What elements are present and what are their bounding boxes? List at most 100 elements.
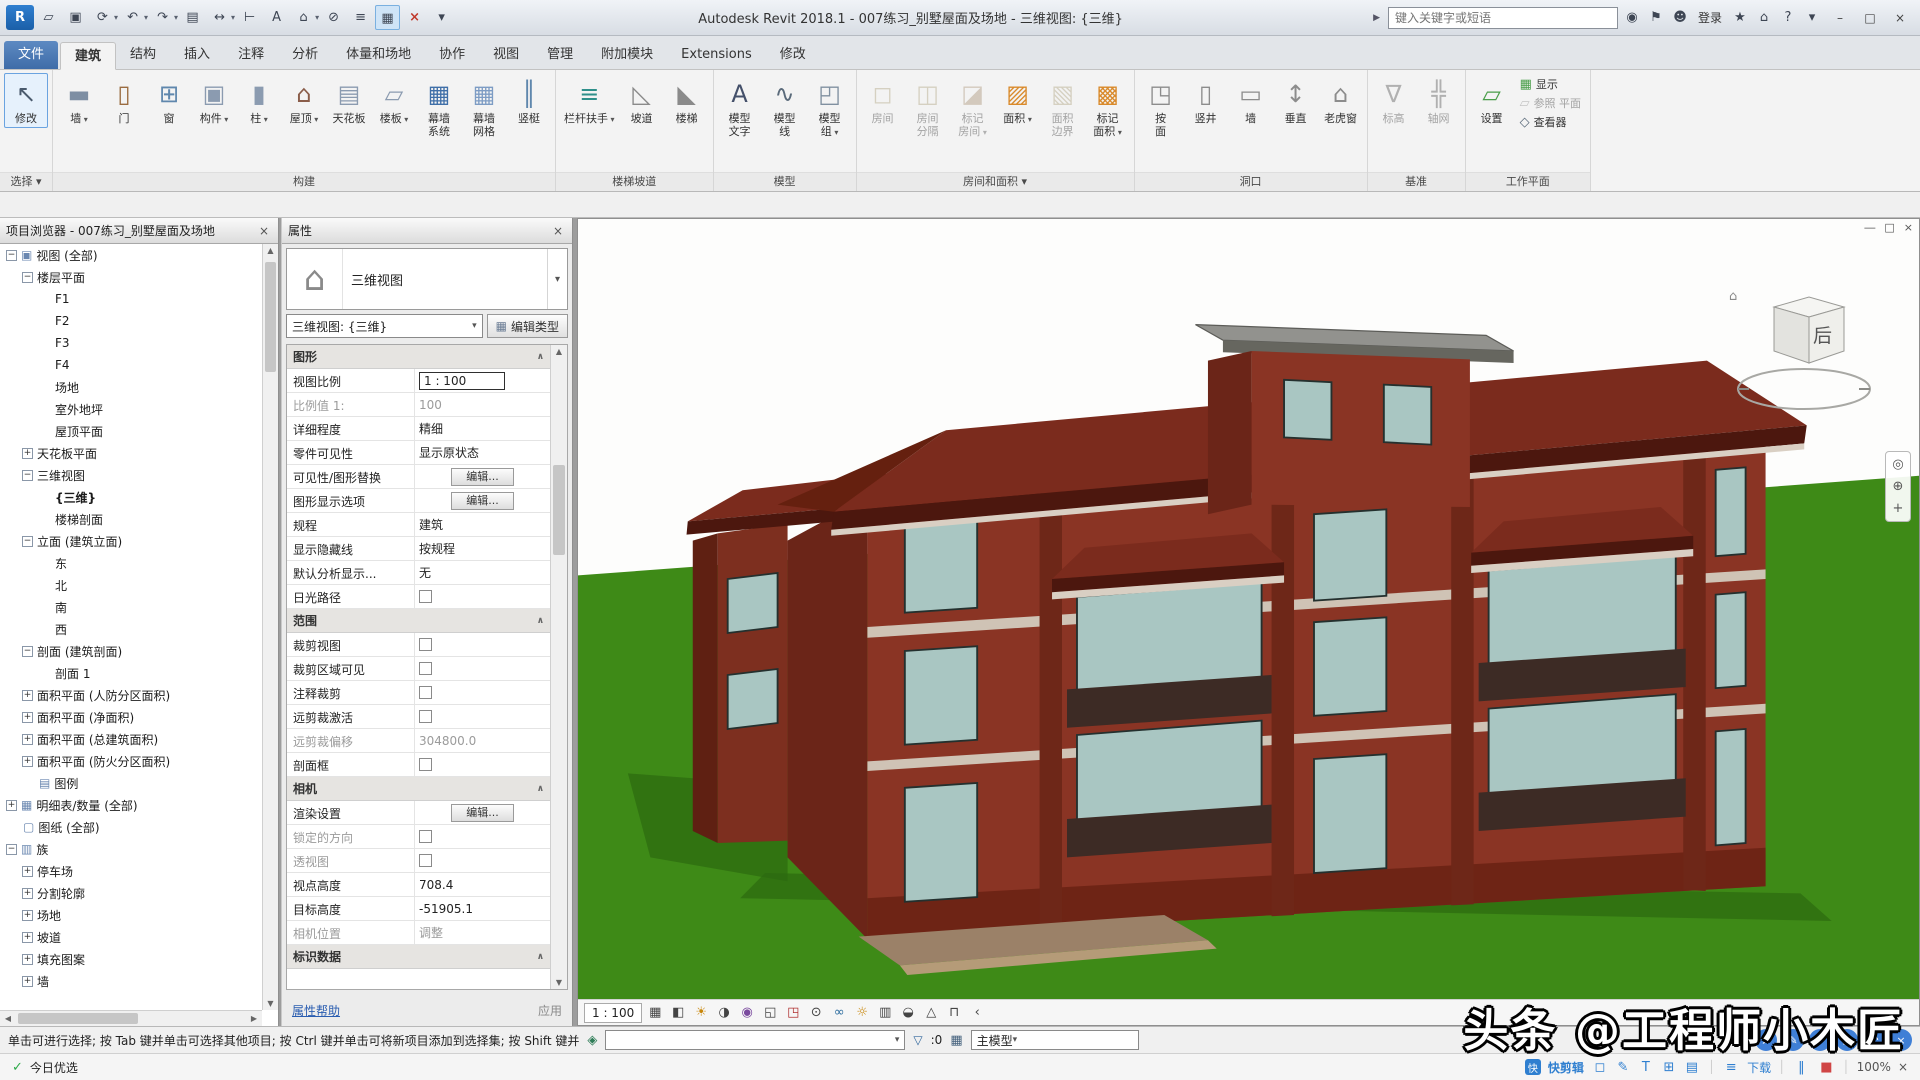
prop-value[interactable]: 无 xyxy=(415,561,550,584)
prop-value[interactable]: 编辑... xyxy=(415,489,550,512)
prop-value[interactable]: 708.4 xyxy=(415,873,550,896)
zoom-level[interactable]: 100% xyxy=(1857,1060,1891,1074)
rendering-icon[interactable]: ◉ xyxy=(737,1003,757,1023)
view-cube-face-label[interactable]: 后 xyxy=(1813,321,1832,348)
type-selector-dropdown-icon[interactable]: ▾ xyxy=(547,249,567,309)
edit-type-button[interactable]: ▦ 编辑类型 xyxy=(487,314,568,338)
tree-expander-icon[interactable]: + xyxy=(22,976,33,987)
tree-expander-icon[interactable]: + xyxy=(22,712,33,723)
tool-area[interactable]: ▨面积 ▾ xyxy=(996,73,1040,129)
tool-door[interactable]: ▯门 xyxy=(102,73,146,128)
prop-value[interactable]: 1 : 100 xyxy=(415,369,550,392)
stop-icon[interactable]: ■ xyxy=(1817,1060,1835,1075)
tree-item[interactable]: 北 xyxy=(0,574,262,596)
tool-tag-area[interactable]: ▩标记面积 ▾ xyxy=(1086,73,1130,142)
tree-item[interactable]: F2 xyxy=(0,310,262,332)
tab-modify[interactable]: 修改 xyxy=(766,41,820,69)
tree-expander-icon[interactable]: − xyxy=(22,646,33,657)
tree-expander-icon[interactable]: + xyxy=(22,910,33,921)
view-minimize-icon[interactable]: ― xyxy=(1864,221,1875,234)
recorder-brand[interactable]: 快剪辑 xyxy=(1548,1059,1584,1076)
prop-checkbox[interactable] xyxy=(419,590,432,603)
tree-expander-icon[interactable]: + xyxy=(6,800,17,811)
tool-stair[interactable]: ◣楼梯 xyxy=(665,73,709,128)
tool-ramp[interactable]: ◺坡道 xyxy=(620,73,664,128)
minimize-button[interactable]: – xyxy=(1826,7,1854,29)
tree-item[interactable]: 屋顶平面 xyxy=(0,420,262,442)
tree-expander-icon[interactable]: + xyxy=(22,734,33,745)
switch-windows-icon[interactable]: ▦ xyxy=(375,5,400,30)
tool-roof[interactable]: ⌂屋顶 ▾ xyxy=(282,73,326,129)
tool-vertical-opening[interactable]: ↕垂直 xyxy=(1274,73,1318,128)
sync-icon[interactable]: ⟳ xyxy=(90,5,115,30)
tree-item[interactable]: +填充图案 xyxy=(0,948,262,970)
project-browser-close-icon[interactable]: × xyxy=(256,224,272,238)
tool-ceiling[interactable]: ▤天花板 xyxy=(327,73,371,128)
prop-value[interactable] xyxy=(415,825,550,848)
lock-3d-icon[interactable]: ⊙ xyxy=(806,1003,826,1023)
prop-value[interactable] xyxy=(415,585,550,608)
tool-component[interactable]: ▣构件 ▾ xyxy=(192,73,236,129)
tool-model-text[interactable]: A模型文字 xyxy=(718,73,762,141)
tool-by-face[interactable]: ◳按面 xyxy=(1139,73,1183,141)
sync-dropdown-icon[interactable]: ▾ xyxy=(114,13,118,22)
prop-section-camera[interactable]: 相机∧ xyxy=(287,777,550,801)
editable-only-icon[interactable]: ◈ xyxy=(587,1033,597,1048)
tree-expander-icon[interactable]: − xyxy=(22,536,33,547)
tab-architecture[interactable]: 建筑 xyxy=(60,42,116,70)
tree-item[interactable]: ▢图纸 (全部) xyxy=(0,816,262,838)
tab-analyze[interactable]: 分析 xyxy=(278,41,332,69)
tree-item[interactable]: +面积平面 (防火分区面积) xyxy=(0,750,262,772)
prop-value[interactable] xyxy=(415,753,550,776)
tool-window[interactable]: ⊞窗 xyxy=(147,73,191,128)
tree-expander-icon[interactable]: + xyxy=(22,690,33,701)
tree-item[interactable]: 楼梯剖面 xyxy=(0,508,262,530)
project-browser-header[interactable]: 项目浏览器 - 007练习_别墅屋面及场地 × xyxy=(0,218,278,244)
panel-label-select[interactable]: 选择 ▾ xyxy=(0,172,52,191)
close-button[interactable]: × xyxy=(1886,7,1914,29)
properties-vscrollbar[interactable]: ▲ ▼ xyxy=(550,345,567,989)
tool-modify[interactable]: ↖修改 xyxy=(4,73,48,128)
crop-view-icon[interactable]: ◱ xyxy=(760,1003,780,1023)
scroll-up-icon[interactable]: ▲ xyxy=(551,347,567,356)
temporary-properties-icon[interactable]: ▥ xyxy=(875,1003,895,1023)
search-icon[interactable]: ◉ xyxy=(1620,10,1644,25)
maximize-button[interactable]: □ xyxy=(1856,7,1884,29)
constraints-icon[interactable]: ⊓ xyxy=(944,1003,964,1023)
tab-collaborate[interactable]: 协作 xyxy=(425,41,479,69)
record-icon[interactable]: ◻ xyxy=(1591,1060,1609,1075)
check-icon[interactable]: ✓ xyxy=(12,1060,23,1075)
tool-mullion[interactable]: ║竖梃 xyxy=(507,73,551,128)
tree-expander-icon[interactable]: + xyxy=(22,932,33,943)
save-icon[interactable]: ▤ xyxy=(1683,1060,1701,1075)
tree-expander-icon[interactable]: + xyxy=(22,866,33,877)
prop-edit-button[interactable]: 编辑... xyxy=(451,468,514,486)
tab-extensions[interactable]: Extensions xyxy=(667,41,766,69)
exchange-apps-icon[interactable]: ⌂ xyxy=(1752,10,1776,25)
collapse-icon[interactable]: ∧ xyxy=(537,616,544,626)
scrollbar-thumb[interactable] xyxy=(265,262,276,372)
prop-value[interactable] xyxy=(415,849,550,872)
prop-value[interactable]: 显示原状态 xyxy=(415,441,550,464)
tree-item[interactable]: F4 xyxy=(0,354,262,376)
view-restore-icon[interactable]: □ xyxy=(1884,221,1894,234)
prop-checkbox[interactable] xyxy=(419,662,432,675)
project-browser-hscrollbar[interactable]: ◀ ▶ xyxy=(0,1010,262,1026)
close-inactive-windows-icon[interactable]: × xyxy=(402,5,427,30)
prop-edit-button[interactable]: 编辑... xyxy=(451,492,514,510)
grid-icon[interactable]: ⊞ xyxy=(1660,1060,1678,1075)
text-icon[interactable]: T xyxy=(1637,1060,1655,1075)
scrollbar-thumb[interactable] xyxy=(553,465,565,555)
daily-picks-label[interactable]: 今日优选 xyxy=(30,1059,78,1076)
tree-item[interactable]: −三维视图 xyxy=(0,464,262,486)
prop-section-extents[interactable]: 范围∧ xyxy=(287,609,550,633)
properties-help-link[interactable]: 属性帮助 xyxy=(292,1002,340,1019)
properties-close-icon[interactable]: × xyxy=(550,224,566,238)
tab-manage[interactable]: 管理 xyxy=(533,41,587,69)
prop-section-graphics[interactable]: 图形∧ xyxy=(287,345,550,369)
tool-floor[interactable]: ▱楼板 ▾ xyxy=(372,73,416,129)
tree-expander-icon[interactable]: − xyxy=(22,470,33,481)
design-options-combo[interactable]: 主模型 ▾ xyxy=(971,1030,1139,1050)
3d-scene[interactable] xyxy=(578,219,1919,999)
tree-item[interactable]: F1 xyxy=(0,288,262,310)
